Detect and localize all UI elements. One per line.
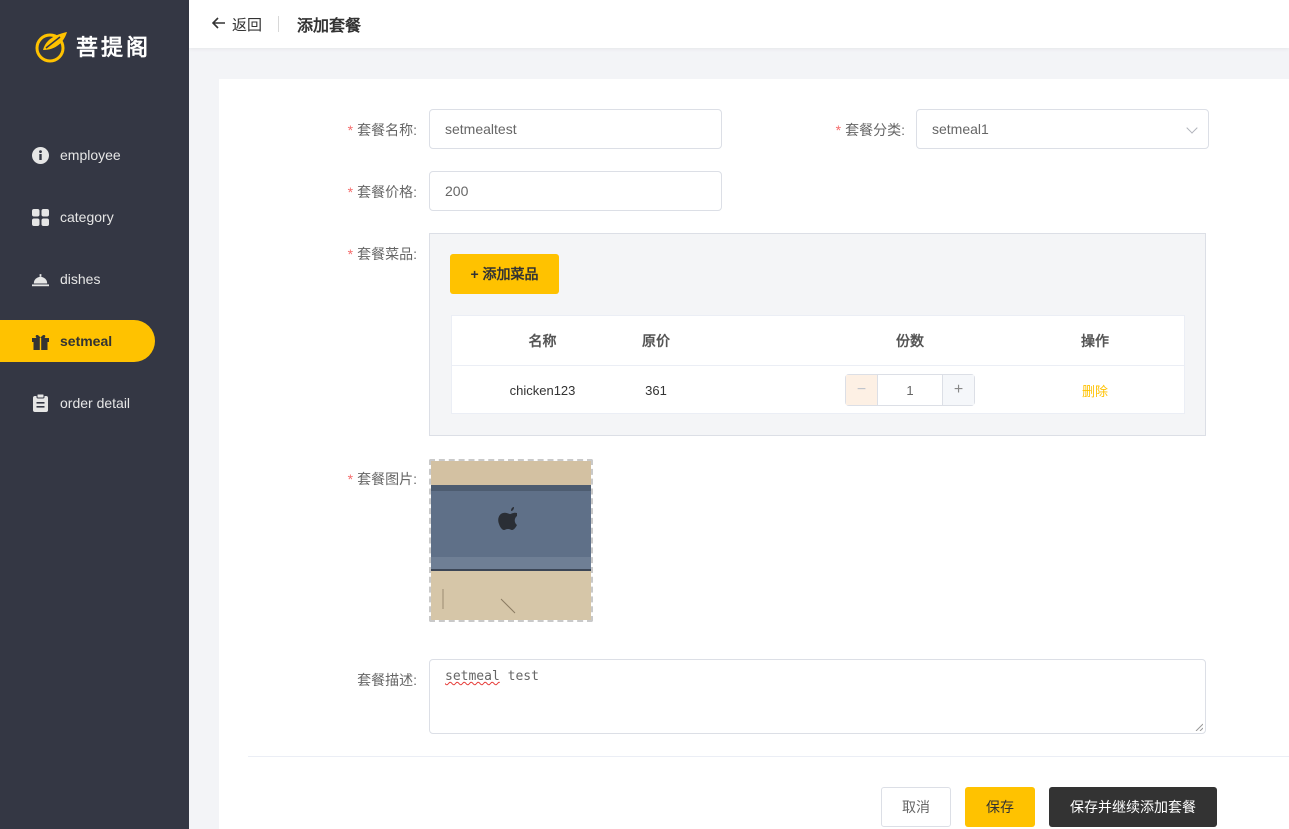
quantity-stepper: − 1 + bbox=[845, 374, 975, 406]
price-label: * 套餐价格: bbox=[347, 184, 417, 200]
required-mark: * bbox=[835, 122, 842, 138]
required-mark: * bbox=[347, 184, 354, 200]
col-header-quantity: 份数 bbox=[896, 332, 924, 349]
back-button[interactable]: 返回 bbox=[211, 14, 263, 35]
sidebar: 菩提阁 employee category dishes setmeal ord… bbox=[0, 0, 189, 829]
increase-button[interactable]: + bbox=[942, 375, 974, 405]
dish-list-panel: + 添加菜品 名称 原价 份数 操作 chicken123 361 − 1 + … bbox=[429, 233, 1206, 436]
logo-text: 菩提阁 bbox=[76, 36, 152, 61]
sidebar-item-employee[interactable]: employee bbox=[0, 134, 155, 176]
page-title: 添加套餐 bbox=[297, 18, 362, 35]
description-textarea[interactable]: setmeal test bbox=[429, 659, 1206, 734]
sidebar-item-dishes[interactable]: dishes bbox=[0, 258, 155, 300]
top-header: 返回 添加套餐 bbox=[189, 0, 1289, 48]
footer-divider bbox=[248, 756, 1289, 757]
required-mark: * bbox=[347, 122, 354, 138]
back-label: 返回 bbox=[232, 16, 263, 34]
col-header-name: 名称 bbox=[528, 332, 557, 349]
quantity-input[interactable]: 1 bbox=[878, 375, 942, 405]
clipboard-icon bbox=[32, 394, 49, 412]
resize-handle-icon[interactable] bbox=[1195, 723, 1203, 731]
image-uploader[interactable] bbox=[429, 459, 593, 622]
chevron-down-icon bbox=[1186, 122, 1198, 134]
delete-dish-link[interactable]: 删除 bbox=[1082, 381, 1108, 400]
dishes-label: * 套餐菜品: bbox=[347, 246, 417, 262]
action-cell: 删除 bbox=[1045, 366, 1145, 414]
image-label: * 套餐图片: bbox=[347, 471, 417, 487]
category-select-value: setmeal1 bbox=[932, 121, 989, 137]
dish-name-cell: chicken123 bbox=[509, 382, 576, 398]
grid-icon bbox=[32, 208, 49, 226]
sidebar-item-label: category bbox=[60, 209, 114, 225]
sidebar-item-label: setmeal bbox=[60, 333, 113, 349]
required-mark: * bbox=[347, 246, 354, 262]
setmeal-name-input[interactable]: setmealtest bbox=[429, 109, 722, 149]
description-text-rest: test bbox=[499, 669, 539, 684]
cancel-button[interactable]: 取消 bbox=[881, 787, 951, 827]
description-label: 套餐描述: bbox=[357, 672, 417, 688]
table-header-row: 名称 原价 份数 操作 bbox=[452, 316, 1184, 366]
sidebar-item-label: order detail bbox=[60, 395, 131, 411]
sidebar-item-category[interactable]: category bbox=[0, 196, 155, 238]
description-text-misspelled: setmeal bbox=[445, 669, 500, 684]
dish-price-cell: 361 bbox=[645, 382, 667, 398]
decrease-button[interactable]: − bbox=[846, 375, 878, 405]
sidebar-item-order-detail[interactable]: order detail bbox=[0, 382, 155, 424]
info-icon bbox=[32, 146, 49, 164]
arrow-left-icon bbox=[211, 16, 226, 33]
sidebar-item-label: employee bbox=[60, 147, 121, 163]
save-and-continue-button[interactable]: 保存并继续添加套餐 bbox=[1049, 787, 1217, 827]
table-row: chicken123 361 − 1 + 删除 bbox=[452, 366, 1184, 414]
category-label: * 套餐分类: bbox=[835, 122, 905, 138]
sidebar-nav: employee category dishes setmeal order d… bbox=[0, 134, 189, 444]
save-button[interactable]: 保存 bbox=[965, 787, 1035, 827]
dish-table: 名称 原价 份数 操作 chicken123 361 − 1 + 删除 bbox=[451, 315, 1185, 414]
app-logo[interactable]: 菩提阁 bbox=[34, 28, 151, 64]
col-header-price: 原价 bbox=[642, 332, 670, 349]
gift-icon bbox=[32, 333, 49, 350]
category-select[interactable]: setmeal1 bbox=[916, 109, 1209, 149]
sidebar-item-label: dishes bbox=[60, 271, 101, 287]
header-divider bbox=[278, 16, 280, 32]
form-card: * 套餐名称: setmealtest * 套餐分类: setmeal1 * 套餐价格… bbox=[219, 79, 1289, 829]
required-mark: * bbox=[347, 471, 354, 487]
add-dish-button[interactable]: + 添加菜品 bbox=[450, 254, 559, 294]
cloche-icon bbox=[32, 271, 49, 288]
logo-leaf-icon bbox=[34, 28, 70, 64]
setmeal-photo bbox=[431, 461, 591, 620]
price-input[interactable]: 200 bbox=[429, 171, 722, 211]
col-header-action: 操作 bbox=[1081, 332, 1109, 349]
name-label: * 套餐名称: bbox=[347, 122, 417, 138]
sidebar-item-setmeal[interactable]: setmeal bbox=[0, 320, 155, 362]
